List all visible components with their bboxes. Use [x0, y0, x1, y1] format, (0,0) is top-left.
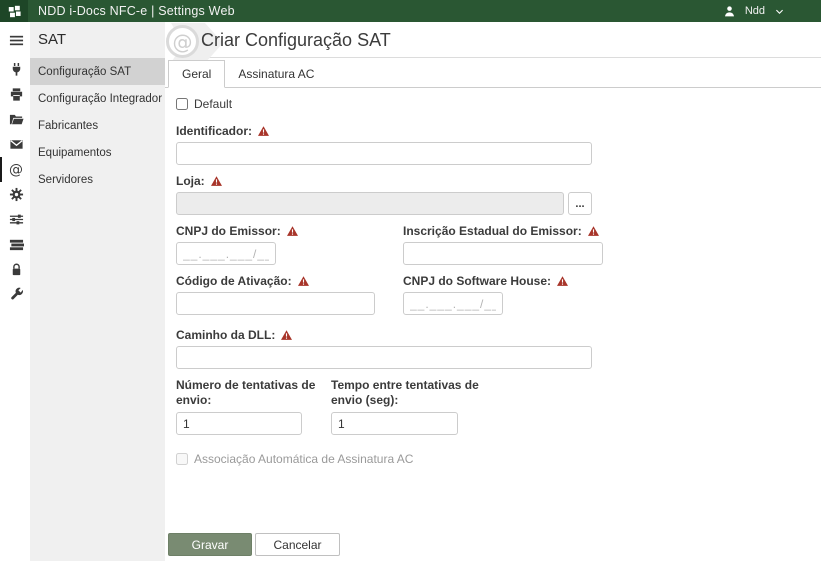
cnpj-software-house-label: CNPJ do Software House: [403, 274, 551, 288]
codigo-ativacao-field: Código de Ativação: [176, 274, 403, 315]
user-menu[interactable]: Ndd [723, 5, 821, 18]
required-warning-icon [287, 226, 298, 236]
user-name: Ndd [745, 5, 765, 17]
identificador-label: Identificador: [176, 124, 252, 138]
tempo-tentativas-label: Tempo entre tentativas de envio (seg): [331, 378, 481, 408]
cnpj-software-house-input[interactable] [403, 292, 503, 315]
tab-geral[interactable]: Geral [168, 60, 225, 88]
hamburger-menu-icon[interactable] [0, 28, 30, 53]
codigo-ativacao-label: Código de Ativação: [176, 274, 292, 288]
cnpj-emissor-label: CNPJ do Emissor: [176, 224, 281, 238]
num-tentativas-input[interactable] [176, 412, 302, 435]
server-icon[interactable] [0, 232, 30, 257]
inscricao-estadual-field: Inscrição Estadual do Emissor: [403, 224, 603, 265]
plug-icon[interactable] [0, 57, 30, 82]
sat-form: Default Identificador: Loja: ... [176, 97, 786, 466]
wrench-icon[interactable] [0, 282, 30, 307]
at-sign-icon[interactable]: @ [0, 157, 30, 182]
folder-open-icon[interactable] [0, 107, 30, 132]
lock-icon[interactable] [0, 257, 30, 282]
tab-assinatura-ac[interactable]: Assinatura AC [225, 61, 327, 87]
required-warning-icon [211, 176, 222, 186]
default-checkbox[interactable] [176, 98, 188, 110]
sidebar-item-configuracao-integrador[interactable]: Configuração Integrador [30, 85, 165, 112]
cnpj-row: CNPJ do Emissor: Inscrição Estadual do E… [176, 224, 786, 265]
loja-browse-button[interactable]: ... [568, 192, 592, 215]
associacao-checkbox-label: Associação Automática de Assinatura AC [194, 452, 413, 466]
tempo-tentativas-field: Tempo entre tentativas de envio (seg): [331, 378, 481, 435]
required-warning-icon [557, 276, 568, 286]
cnpj-software-house-field: CNPJ do Software House: [403, 274, 568, 315]
loja-input [176, 192, 564, 215]
caminho-dll-field: Caminho da DLL: [176, 328, 786, 369]
identificador-input[interactable] [176, 142, 592, 165]
loja-label: Loja: [176, 174, 205, 188]
top-bar: NDD i-Docs NFC-e | Settings Web Ndd [0, 0, 821, 22]
save-button[interactable]: Gravar [168, 533, 252, 556]
cnpj-emissor-field: CNPJ do Emissor: [176, 224, 403, 265]
form-actions: Gravar Cancelar [168, 533, 340, 556]
codigo-ativacao-input[interactable] [176, 292, 375, 315]
ativacao-row: Código de Ativação: CNPJ do Software Hou… [176, 274, 786, 315]
associacao-checkbox [176, 453, 188, 465]
sidebar-item-equipamentos[interactable]: Equipamentos [30, 139, 165, 166]
num-tentativas-field: Número de tentativas de envio: [176, 378, 321, 435]
required-warning-icon [298, 276, 309, 286]
app-title: NDD i-Docs NFC-e | Settings Web [38, 4, 235, 18]
tentativas-row: Número de tentativas de envio: Tempo ent… [176, 378, 786, 435]
required-warning-icon [588, 226, 599, 236]
identificador-field: Identificador: [176, 124, 786, 165]
printer-icon[interactable] [0, 82, 30, 107]
app-logo [0, 0, 28, 22]
mail-icon[interactable] [0, 132, 30, 157]
tempo-tentativas-input[interactable] [331, 412, 458, 435]
at-watermark-circle: @ [166, 25, 199, 58]
nav-icon-strip: @ [0, 22, 30, 561]
loja-field: Loja: ... [176, 174, 786, 215]
sidebar-item-fabricantes[interactable]: Fabricantes [30, 112, 165, 139]
caminho-dll-input[interactable] [176, 346, 592, 369]
cnpj-emissor-input[interactable] [176, 242, 276, 265]
sidebar-header: SAT [30, 22, 165, 58]
user-icon [723, 5, 736, 18]
sidebar-item-configuracao-sat[interactable]: Configuração SAT [30, 58, 165, 85]
required-warning-icon [258, 126, 269, 136]
sidebar: SAT Configuração SAT Configuração Integr… [30, 22, 165, 561]
cancel-button[interactable]: Cancelar [255, 533, 340, 556]
inscricao-estadual-label: Inscrição Estadual do Emissor: [403, 224, 582, 238]
required-warning-icon [281, 330, 292, 340]
caminho-dll-label: Caminho da DLL: [176, 328, 275, 342]
tab-strip: Geral Assinatura AC [165, 61, 821, 88]
num-tentativas-label: Número de tentativas de envio: [176, 378, 321, 408]
chevron-down-icon [774, 6, 785, 17]
associacao-checkbox-row: Associação Automática de Assinatura AC [176, 452, 786, 466]
default-checkbox-row: Default [176, 97, 786, 111]
main-content: @ Criar Configuração SAT Geral Assinatur… [165, 22, 821, 561]
default-checkbox-label: Default [194, 97, 232, 111]
inscricao-estadual-input[interactable] [403, 242, 603, 265]
sliders-icon[interactable] [0, 207, 30, 232]
header-divider [197, 57, 821, 58]
page-title: Criar Configuração SAT [201, 30, 391, 51]
grid-logo-icon [8, 5, 21, 18]
sidebar-item-servidores[interactable]: Servidores [30, 166, 165, 193]
gear-icon[interactable] [0, 182, 30, 207]
